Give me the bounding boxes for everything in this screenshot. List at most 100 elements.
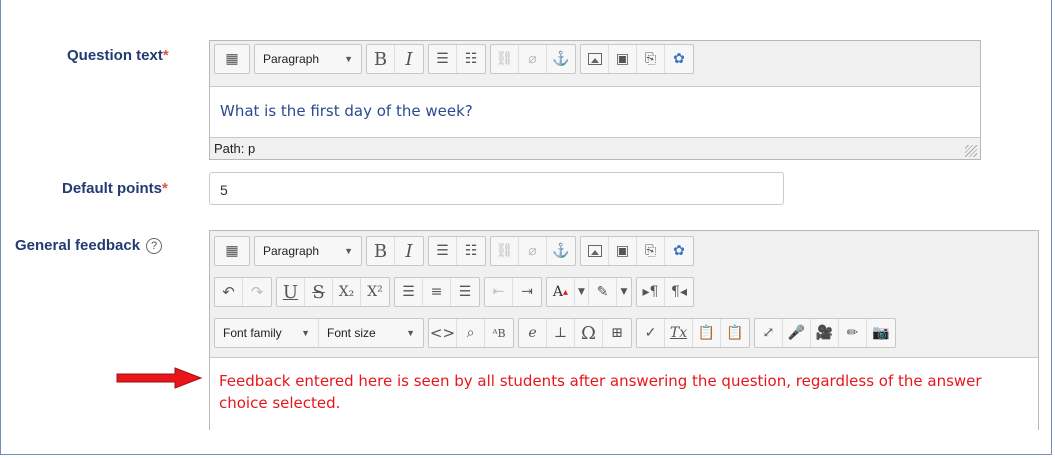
insert-group: ▣ ⎘ ✿ <box>580 236 694 266</box>
chevron-down-icon: ▼ <box>406 328 415 338</box>
chevron-down-icon: ▼ <box>301 328 310 338</box>
numbered-list-icon[interactable]: ☷ <box>457 45 485 73</box>
indent-group: ⇤ ⇥ <box>484 277 542 307</box>
resize-handle[interactable] <box>965 145 977 157</box>
redo-icon[interactable]: ↷ <box>243 278 271 306</box>
text-color-icon[interactable]: A ▴ <box>547 278 575 306</box>
list-group: ☰ ☷ <box>428 44 486 74</box>
unlink-icon[interactable]: ⌀ <box>519 237 547 265</box>
image-icon[interactable] <box>581 237 609 265</box>
toolbar-toggle-group: ▦ <box>214 236 250 266</box>
paste-word-icon[interactable]: 📋 <box>721 319 749 347</box>
video-camera-icon[interactable]: 🎥 <box>811 319 839 347</box>
list-group: ☰ ☷ <box>428 236 486 266</box>
red-arrow-icon <box>116 367 203 389</box>
align-left-icon[interactable]: ☰ <box>395 278 423 306</box>
toolbar-row-3: Font family ▼ Font size ▼ <> ⌕ ᴬB e ⊥ Ω ⊞ … <box>214 317 900 349</box>
editor-path: Path: p <box>214 141 256 156</box>
format-group: Paragraph ▼ <box>254 44 362 74</box>
form-frame: Question text* ▦ Paragraph▼ B I ☰ ☷ ⛓ ⌀ <box>0 0 1052 455</box>
align-right-icon[interactable]: ☰ <box>451 278 479 306</box>
general-feedback-value: Feedback entered here is seen by all stu… <box>219 372 982 412</box>
rtl-button[interactable]: ¶◂ <box>665 278 693 306</box>
bold-button[interactable]: B <box>367 237 395 265</box>
subscript-button[interactable]: X₂ <box>333 278 361 306</box>
insert-special-icon[interactable]: ⊥ <box>547 319 575 347</box>
media-icon[interactable]: ▣ <box>609 237 637 265</box>
find-replace-button[interactable]: ᴬB <box>485 319 513 347</box>
font-size-select[interactable]: Font size ▼ <box>319 319 423 347</box>
required-marker: * <box>162 180 168 197</box>
search-icon[interactable]: ⌕ <box>457 319 485 347</box>
media-icon[interactable]: ▣ <box>609 45 637 73</box>
undo-icon[interactable]: ↶ <box>215 278 243 306</box>
anchor-icon[interactable]: ⚓ <box>547 45 575 73</box>
tools-group-2: e ⊥ Ω ⊞ <box>518 318 632 348</box>
question-text-editor: ▦ Paragraph ▼ B I ☰ ☷ ⛓ ⌀ ⚓ ▣ ⎘ ✿ What i… <box>209 40 981 160</box>
strikethrough-button[interactable]: S <box>305 278 333 306</box>
align-center-icon[interactable]: ≡ <box>423 278 451 306</box>
toolbar-row-1: ▦ Paragraph ▼ B I ☰ ☷ ⛓ ⌀ ⚓ ▣ ⎘ ✿ <box>214 235 698 267</box>
link-group: ⛓ ⌀ ⚓ <box>490 236 576 266</box>
italic-button[interactable]: I <box>395 237 423 265</box>
ltr-button[interactable]: ▸¶ <box>637 278 665 306</box>
style-group: B I <box>366 44 424 74</box>
mlang-icon[interactable]: ✿ <box>665 45 693 73</box>
default-points-input[interactable]: 5 <box>209 172 784 205</box>
bullet-list-icon[interactable]: ☰ <box>429 237 457 265</box>
default-points-label: Default points* <box>62 180 168 197</box>
table-icon[interactable]: ⊞ <box>603 319 631 347</box>
omega-button[interactable]: Ω <box>575 319 603 347</box>
chevron-down-icon[interactable]: ▼ <box>617 278 631 306</box>
question-text-content[interactable]: What is the first day of the week? <box>210 86 980 138</box>
direction-group: ▸¶ ¶◂ <box>636 277 694 307</box>
link-icon[interactable]: ⛓ <box>491 237 519 265</box>
equation-button[interactable]: e <box>519 319 547 347</box>
fullscreen-icon[interactable]: ⤢ <box>755 319 783 347</box>
font-group: Font family ▼ Font size ▼ <box>214 318 424 348</box>
question-text-label: Question text* <box>67 47 169 64</box>
paste-text-icon[interactable]: 📋 <box>693 319 721 347</box>
anchor-icon[interactable]: ⚓ <box>547 237 575 265</box>
align-group: ☰ ≡ ☰ <box>394 277 480 307</box>
microphone-icon[interactable]: 🎤 <box>783 319 811 347</box>
background-color-icon[interactable]: ✎ <box>589 278 617 306</box>
help-icon[interactable]: ? <box>146 238 163 255</box>
file-icon[interactable]: ⎘ <box>637 237 665 265</box>
chevron-down-icon: ▼ <box>344 246 353 256</box>
code-button[interactable]: <> <box>429 319 457 347</box>
link-icon[interactable]: ⛓ <box>491 45 519 73</box>
bold-button[interactable]: B <box>367 45 395 73</box>
toolbar-toggle-group: ▦ <box>214 44 250 74</box>
required-marker: * <box>162 47 169 64</box>
general-feedback-editor: ▦ Paragraph ▼ B I ☰ ☷ ⛓ ⌀ ⚓ ▣ ⎘ ✿ ↶ ↷ U … <box>209 230 1039 432</box>
toolbar-toggle-icon[interactable]: ▦ <box>215 237 249 265</box>
chevron-down-icon[interactable]: ▼ <box>575 278 589 306</box>
paragraph-select[interactable]: Paragraph ▼ <box>255 45 361 73</box>
pencil-icon[interactable]: ✏ <box>839 319 867 347</box>
format-group: Paragraph ▼ <box>254 236 362 266</box>
outdent-icon[interactable]: ⇤ <box>485 278 513 306</box>
toolbar-toggle-icon[interactable]: ▦ <box>215 45 249 73</box>
color-group: A ▴ ▼ ✎ ▼ <box>546 277 632 307</box>
link-group: ⛓ ⌀ ⚓ <box>490 44 576 74</box>
clear-format-button[interactable]: Tx <box>665 319 693 347</box>
font-family-select[interactable]: Font family ▼ <box>215 319 319 347</box>
underline-button[interactable]: U <box>277 278 305 306</box>
paragraph-select[interactable]: Paragraph ▼ <box>255 237 361 265</box>
general-feedback-content[interactable]: Feedback entered here is seen by all stu… <box>210 357 1038 432</box>
italic-button[interactable]: I <box>395 45 423 73</box>
superscript-button[interactable]: X² <box>361 278 389 306</box>
file-icon[interactable]: ⎘ <box>637 45 665 73</box>
text-style-group: U S X₂ X² <box>276 277 390 307</box>
bullet-list-icon[interactable]: ☰ <box>429 45 457 73</box>
camera-icon[interactable]: 📷 <box>867 319 895 347</box>
mlang-icon[interactable]: ✿ <box>665 237 693 265</box>
numbered-list-icon[interactable]: ☷ <box>457 237 485 265</box>
unlink-icon[interactable]: ⌀ <box>519 45 547 73</box>
spellcheck-icon[interactable]: ✓ <box>637 319 665 347</box>
chevron-down-icon: ▼ <box>344 54 353 64</box>
question-text-value: What is the first day of the week? <box>220 102 473 120</box>
indent-icon[interactable]: ⇥ <box>513 278 541 306</box>
image-icon[interactable] <box>581 45 609 73</box>
